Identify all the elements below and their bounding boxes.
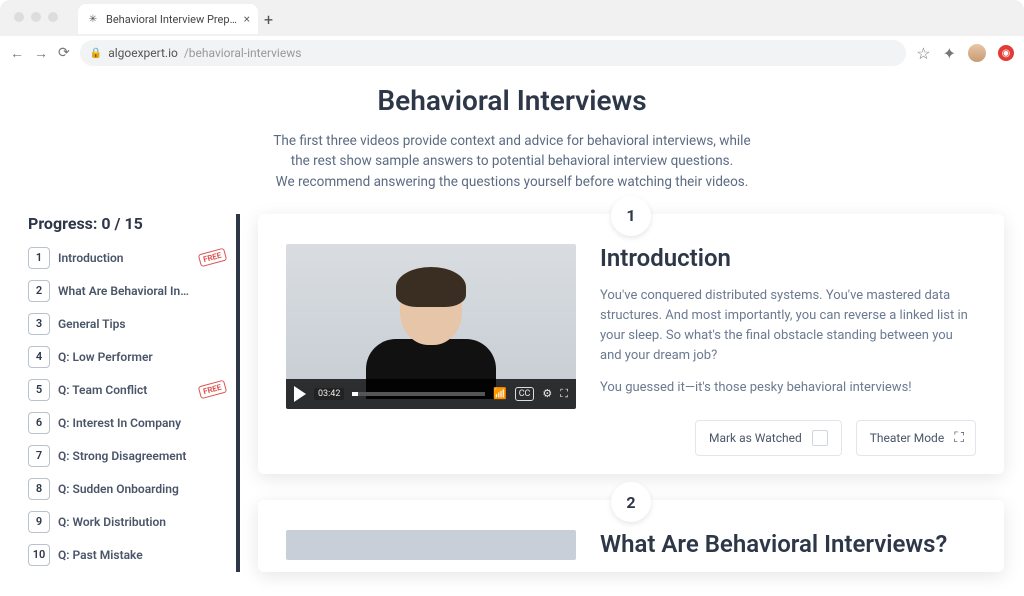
sidebar-item-label: Q: Sudden Onboarding [58, 482, 226, 496]
page-header: Behavioral Interviews The first three vi… [0, 70, 1024, 192]
sidebar-item[interactable]: 9 Q: Work Distribution [28, 511, 226, 533]
sidebar-item-number: 8 [28, 478, 50, 500]
browser-chrome: ✳ Behavioral Interview Prep | Alg × + ← … [0, 0, 1024, 70]
video-progress-bar[interactable] [352, 392, 485, 396]
window-controls [14, 12, 58, 22]
address-bar[interactable]: 🔒 algoexpert.io/behavioral-interviews [80, 40, 907, 66]
close-tab-icon[interactable]: × [244, 12, 250, 26]
page-title: Behavioral Interviews [0, 84, 1024, 117]
traffic-dot[interactable] [14, 12, 24, 22]
mark-watched-label: Mark as Watched [709, 431, 802, 445]
lesson-paragraph: You guessed it—it's those pesky behavior… [600, 378, 976, 398]
expand-icon: ⛶ [954, 430, 962, 446]
sidebar-item[interactable]: 8 Q: Sudden Onboarding [28, 478, 226, 500]
lock-icon: 🔒 [90, 48, 102, 59]
volume-icon[interactable]: 📶 [493, 387, 507, 400]
video-thumbnail [371, 263, 491, 383]
sidebar-item[interactable]: 4 Q: Low Performer [28, 346, 226, 368]
url-host: algoexpert.io [108, 46, 178, 60]
sidebar-item-label: Q: Team Conflict [58, 383, 191, 397]
sidebar-item-number: 6 [28, 412, 50, 434]
theater-mode-label: Theater Mode [870, 431, 944, 445]
sidebar-item-label: Q: Low Performer [58, 350, 226, 364]
checkbox-icon[interactable] [812, 430, 828, 446]
main: 1 03:42 📶 CC ⚙ ⛶ [258, 214, 1004, 573]
reload-icon[interactable]: ⟳ [58, 45, 70, 61]
page: Behavioral Interviews The first three vi… [0, 70, 1024, 596]
sidebar-item-number: 4 [28, 346, 50, 368]
progress-label: Progress: 0 / 15 [28, 214, 226, 233]
card-text: Introduction You've conquered distribute… [600, 244, 976, 411]
sidebar-item-number: 2 [28, 280, 50, 302]
lesson-title: What Are Behavioral Interviews? [600, 530, 976, 558]
lesson-card: 2 What Are Behavioral Interviews? [258, 500, 1004, 572]
video-player[interactable] [286, 530, 576, 560]
traffic-dot[interactable] [48, 12, 58, 22]
sidebar-item-label: Q: Strong Disagreement [58, 449, 226, 463]
free-tag: FREE [198, 248, 227, 267]
page-subtitle-line: the rest show sample answers to potentia… [0, 151, 1024, 171]
lesson-paragraph: You've conquered distributed systems. Yo… [600, 286, 976, 367]
sidebar-item[interactable]: 6 Q: Interest In Company [28, 412, 226, 434]
page-subtitle-line: The first three videos provide context a… [0, 131, 1024, 151]
video-player[interactable]: 03:42 📶 CC ⚙ ⛶ [286, 244, 576, 409]
cc-icon[interactable]: CC [515, 387, 535, 401]
lesson-card: 1 03:42 📶 CC ⚙ ⛶ [258, 214, 1004, 475]
sidebar-item-number: 5 [28, 379, 50, 401]
free-tag: FREE [198, 380, 227, 399]
page-subtitle-line: We recommend answering the questions you… [0, 172, 1024, 192]
sidebar-item[interactable]: 5 Q: Team Conflict FREE [28, 379, 226, 401]
tab-title: Behavioral Interview Prep | Alg [106, 13, 238, 26]
extension-badge-icon[interactable]: ◉ [998, 45, 1014, 61]
traffic-dot[interactable] [31, 12, 41, 22]
settings-icon[interactable]: ⚙ [542, 387, 552, 400]
fullscreen-icon[interactable]: ⛶ [560, 387, 568, 401]
sidebar-item-label: Q: Work Distribution [58, 515, 226, 529]
extensions-icon[interactable]: ✦ [943, 44, 956, 63]
forward-icon[interactable]: → [34, 45, 48, 62]
video-time: 03:42 [314, 388, 344, 400]
sidebar-item-label: Q: Past Mistake [58, 548, 226, 562]
browser-tab[interactable]: ✳ Behavioral Interview Prep | Alg × [78, 4, 258, 34]
star-icon[interactable]: ☆ [916, 44, 930, 63]
sidebar-item[interactable]: 3 General Tips [28, 313, 226, 335]
sidebar-item-label: Q: Interest In Company [58, 416, 226, 430]
sidebar-item-label: Introduction [58, 251, 191, 265]
theater-mode-button[interactable]: Theater Mode ⛶ [856, 420, 976, 456]
sidebar-item-label: What Are Behavioral In… [58, 284, 226, 298]
lesson-title: Introduction [600, 244, 976, 272]
video-controls: 03:42 📶 CC ⚙ ⛶ [286, 379, 576, 409]
card-number: 1 [611, 196, 651, 236]
sidebar-item[interactable]: 2 What Are Behavioral In… [28, 280, 226, 302]
mark-watched-button[interactable]: Mark as Watched [695, 420, 842, 456]
favicon-icon: ✳ [86, 12, 100, 26]
sidebar-item-number: 9 [28, 511, 50, 533]
sidebar-item-number: 7 [28, 445, 50, 467]
sidebar-item-number: 3 [28, 313, 50, 335]
sidebar-item-label: General Tips [58, 317, 226, 331]
sidebar: Progress: 0 / 15 1 Introduction FREE 2 What … [28, 214, 240, 573]
sidebar-item-number: 10 [28, 544, 50, 566]
sidebar-item-number: 1 [28, 247, 50, 269]
play-icon[interactable] [294, 386, 306, 402]
card-number: 2 [611, 482, 651, 522]
sidebar-item[interactable]: 7 Q: Strong Disagreement [28, 445, 226, 467]
new-tab-button[interactable]: + [264, 10, 273, 29]
back-icon[interactable]: ← [10, 45, 24, 62]
sidebar-item[interactable]: 10 Q: Past Mistake [28, 544, 226, 566]
url-path: /behavioral-interviews [184, 46, 302, 60]
sidebar-item[interactable]: 1 Introduction FREE [28, 247, 226, 269]
browser-toolbar: ← → ⟳ 🔒 algoexpert.io/behavioral-intervi… [0, 36, 1024, 70]
profile-avatar[interactable] [968, 44, 986, 62]
